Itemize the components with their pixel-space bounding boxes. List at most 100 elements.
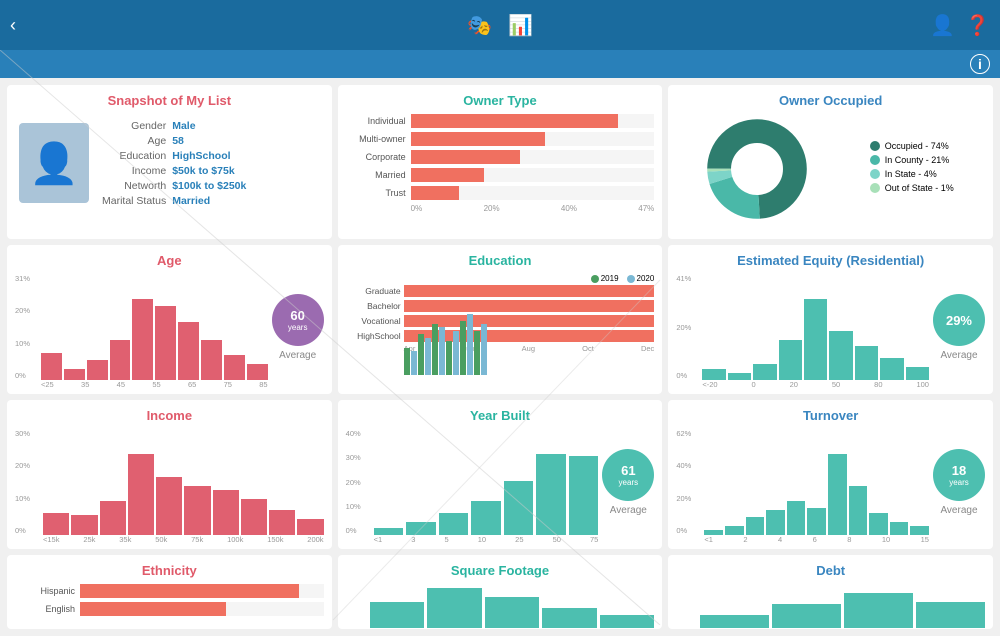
turnover-avg-side: 18 years Average (933, 429, 985, 516)
debt-title: Debt (676, 563, 985, 578)
avatar: 👤 (19, 123, 89, 203)
year-built-avg-side: 61 years Average (602, 429, 654, 516)
bar-label-married: Married (346, 170, 411, 180)
user-icon[interactable]: 👤 (930, 13, 955, 38)
marital-label: Marital Status (99, 193, 169, 208)
age-value: 58 (169, 133, 249, 148)
gender-label: Gender (99, 118, 169, 133)
sq-footage-chart: 16% (346, 584, 655, 629)
education-value: HighSchool (169, 148, 249, 163)
networth-label: Networth (99, 178, 169, 193)
owner-type-axis: 0%20%40%47% (346, 204, 655, 213)
bar-label-individual: Individual (346, 116, 411, 126)
snapshot-card: Snapshot of My List 👤 GenderMale Age58 E… (7, 85, 332, 239)
avatar-icon: 👤 (29, 140, 79, 187)
year-built-x-labels: <13510255075 (374, 535, 599, 544)
ethnicity-hispanic-label: Hispanic (15, 586, 80, 596)
income-value: $50k to $75k (169, 163, 249, 178)
square-footage-title: Square Footage (346, 563, 655, 578)
turnover-avg-label: Average (940, 505, 977, 516)
age-card: Age 31%20%10%0% (7, 245, 332, 394)
year-built-avg-circle: 61 years (602, 449, 654, 501)
edu-v-bars (404, 307, 655, 375)
header-right: 👤 ❓ (930, 13, 990, 38)
turnover-card: Turnover 62%40%20%0% (668, 400, 993, 549)
header-left: ‹ (10, 15, 16, 36)
debt-bars (676, 584, 985, 628)
equity-avg-circle: 29% (933, 294, 985, 346)
people-icon[interactable]: 🎭 (467, 13, 492, 38)
dashboard-grid: Snapshot of My List 👤 GenderMale Age58 E… (0, 78, 1000, 636)
marital-value: Married (169, 193, 249, 208)
age-avg-side: 60 years Average (272, 274, 324, 361)
age-x-labels: <25354555657585 (41, 380, 268, 389)
equity-avg-side: 29% Average (933, 274, 985, 361)
turnover-bars (704, 445, 929, 535)
sub-header: i (0, 50, 1000, 78)
turnover-avg-circle: 18 years (933, 449, 985, 501)
year-built-avg-label: Average (610, 505, 647, 516)
age-label: Age (99, 133, 169, 148)
square-footage-card: Square Footage 16% (338, 555, 663, 629)
age-chart-wrapper: 31%20%10%0% (15, 274, 324, 389)
age-avg-circle: 60 years (272, 294, 324, 346)
gender-value: Male (169, 118, 249, 133)
year-built-card: Year Built 40%30%20%10%0% (338, 400, 663, 549)
owner-occupied-card: Owner Occupied Occupied - 74% In County … (668, 85, 993, 239)
turnover-title: Turnover (676, 408, 985, 423)
equity-chart-main: 41%20%0% <-20020508010 (676, 274, 929, 389)
back-button[interactable]: ‹ (10, 15, 16, 36)
income-chart-wrapper: 30%20%10%0% (15, 429, 324, 544)
age-title: Age (15, 253, 324, 268)
snapshot-data: GenderMale Age58 EducationHighSchool Inc… (99, 118, 249, 208)
sq-footage-bars (346, 584, 655, 628)
ethnicity-english-label: English (15, 604, 80, 614)
debt-chart: 30% (676, 584, 985, 629)
income-title: Income (15, 408, 324, 423)
turnover-chart-wrapper: 62%40%20%0% (676, 429, 985, 544)
equity-x-labels: <-200205080100 (702, 380, 929, 389)
donut-svg (707, 119, 807, 219)
income-chart-main: 30%20%10%0% (15, 429, 324, 544)
education-title: Education (346, 253, 655, 268)
header: ‹ 🎭 📊 👤 ❓ (0, 0, 1000, 50)
owner-type-title: Owner Type (346, 93, 655, 108)
equity-chart-wrapper: 41%20%0% <-20020508010 (676, 274, 985, 389)
header-center-icons: 🎭 📊 (467, 13, 533, 38)
income-x-labels: <15k25k35k50k75k100k150k200k (43, 535, 324, 544)
equity-bars (702, 290, 929, 380)
education-card: Education 2019 2020 Graduate Bachelor Vo… (338, 245, 663, 394)
chart-icon[interactable]: 📊 (508, 13, 533, 38)
education-label: Education (99, 148, 169, 163)
ethnicity-title: Ethnicity (15, 563, 324, 578)
equity-avg-label: Average (940, 350, 977, 361)
age-chart-main: 31%20%10%0% (15, 274, 268, 389)
owner-type-chart: Individual Multi-owner Corporate Married… (346, 114, 655, 213)
income-bars (43, 445, 324, 535)
info-button[interactable]: i (970, 54, 990, 74)
bar-label-trust: Trust (346, 188, 411, 198)
owner-occupied-chart: Occupied - 74% In County - 21% In State … (676, 114, 985, 224)
turnover-chart-main: 62%40%20%0% (676, 429, 929, 544)
bar-label-multiowner: Multi-owner (346, 134, 411, 144)
edu-legend: 2019 2020 (346, 274, 655, 283)
education-chart: 2019 2020 Graduate Bachelor Vocational (346, 274, 655, 389)
help-icon[interactable]: ❓ (965, 13, 990, 38)
ethnicity-chart: Hispanic English (15, 584, 324, 616)
age-bars (41, 290, 268, 380)
donut-legend: Occupied - 74% In County - 21% In State … (870, 141, 954, 197)
income-card: Income 30%20%10%0% (7, 400, 332, 549)
year-built-chart-wrapper: 40%30%20%10%0% <13510255075 (346, 429, 655, 544)
snapshot-title: Snapshot of My List (15, 93, 324, 108)
ethnicity-card: Ethnicity Hispanic English (7, 555, 332, 629)
networth-value: $100k to $250k (169, 178, 249, 193)
year-built-bars (374, 445, 599, 535)
snapshot-content: 👤 GenderMale Age58 EducationHighSchool I… (15, 114, 324, 212)
equity-title: Estimated Equity (Residential) (676, 253, 985, 268)
year-built-chart-main: 40%30%20%10%0% <13510255075 (346, 429, 599, 544)
owner-type-card: Owner Type Individual Multi-owner Corpor… (338, 85, 663, 239)
turnover-x-labels: <124681015 (704, 535, 929, 544)
owner-occupied-title: Owner Occupied (676, 93, 985, 108)
debt-card: Debt 30% (668, 555, 993, 629)
bar-label-corporate: Corporate (346, 152, 411, 162)
